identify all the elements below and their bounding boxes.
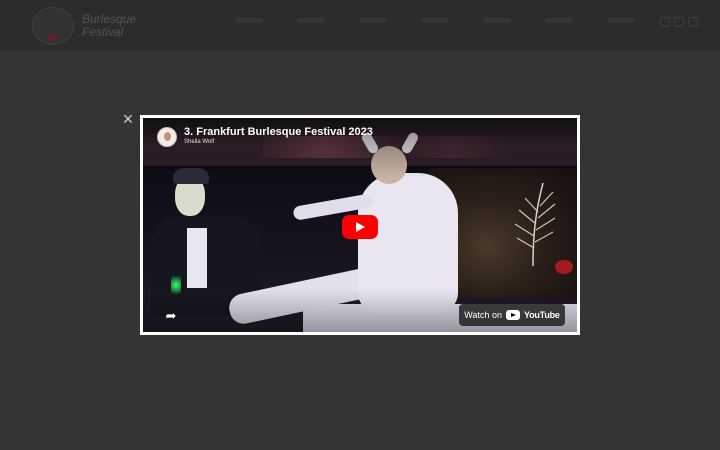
youtube-embed[interactable]: 3. Frankfurt Burlesque Festival 2023 She…	[143, 118, 577, 332]
video-title[interactable]: 3. Frankfurt Burlesque Festival 2023	[184, 126, 373, 138]
watch-on-youtube-button[interactable]: Watch on YouTube	[459, 304, 565, 326]
watch-on-label: Watch on	[464, 310, 502, 320]
channel-avatar[interactable]	[157, 127, 177, 147]
youtube-logo-icon	[505, 310, 520, 320]
youtube-wordmark: YouTube	[523, 310, 560, 320]
close-icon[interactable]: ×	[120, 110, 136, 128]
share-icon[interactable]: ➦	[161, 306, 181, 326]
channel-name[interactable]: Sheila Wolf	[184, 139, 214, 145]
play-button[interactable]	[342, 215, 378, 239]
video-lightbox: 3. Frankfurt Burlesque Festival 2023 She…	[140, 115, 580, 335]
